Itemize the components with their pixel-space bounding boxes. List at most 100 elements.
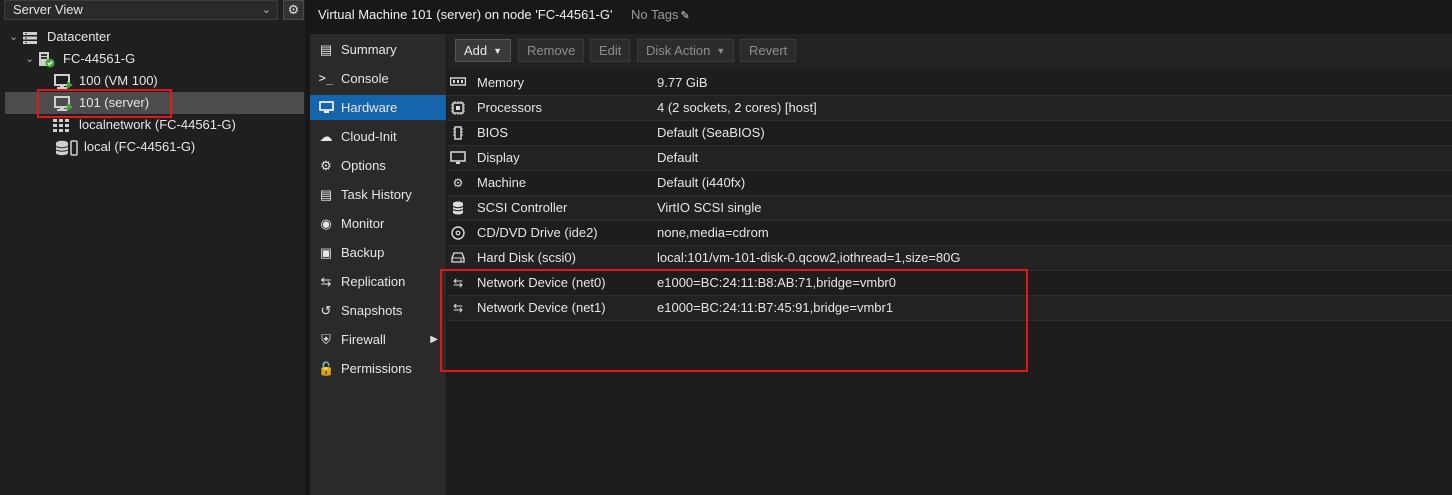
tree-item-vm-101[interactable]: 101 (server) (5, 92, 304, 114)
gear-icon: ⚙ (320, 158, 332, 173)
exchange-icon: ⇆ (452, 276, 464, 290)
nav-item-console[interactable]: >_ Console (310, 66, 446, 91)
revert-button-label: Revert (749, 43, 788, 58)
hardware-row-machine[interactable]: ⚙ Machine Default (i440fx) (447, 171, 1452, 196)
collapse-chevron-icon[interactable]: ⌄ (25, 48, 35, 70)
hardware-value: Default (657, 150, 699, 165)
hardware-value: Default (i440fx) (657, 175, 746, 190)
tags-label: No Tags (631, 7, 679, 22)
revert-button[interactable]: Revert (740, 39, 797, 62)
nav-item-hardware[interactable]: Hardware (310, 95, 446, 120)
nav-item-label: Permissions (341, 361, 412, 376)
tree-item-label: localnetwork (FC-44561-G) (79, 117, 236, 132)
tree-item-label: FC-44561-G (63, 51, 136, 66)
memory-icon (449, 76, 467, 90)
nav-item-label: Task History (341, 187, 412, 202)
remove-button-label: Remove (527, 43, 576, 58)
nav-item-cloud-init[interactable]: ☁ Cloud-Init (310, 124, 446, 149)
expand-arrow-icon[interactable]: ▶ (430, 327, 438, 352)
hardware-row-processors[interactable]: Processors 4 (2 sockets, 2 cores) [host] (447, 96, 1452, 121)
hardware-value: none,media=cdrom (657, 225, 769, 240)
remove-button[interactable]: Remove (518, 39, 585, 62)
tags-area[interactable]: No Tags ✎ (631, 0, 690, 31)
hardware-panel: Add ▼ Remove Edit Disk Action ▼ Revert Mem… (447, 34, 1452, 495)
vm-running-icon (54, 96, 73, 111)
hardware-name: Memory (477, 75, 524, 90)
tree-item-local-storage[interactable]: local (FC-44561-G) (5, 136, 304, 158)
chevron-down-icon: ▼ (716, 46, 726, 56)
tree-item-label: 101 (server) (79, 95, 150, 110)
hardware-name: Machine (477, 175, 527, 190)
network-icon (53, 118, 69, 132)
add-button[interactable]: Add ▼ (455, 39, 512, 62)
nav-item-backup[interactable]: ▣ Backup (310, 240, 446, 265)
eye-icon: ◉ (320, 216, 332, 231)
nav-item-options[interactable]: ⚙ Options (310, 153, 446, 178)
hardware-name: BIOS (477, 125, 509, 140)
hardware-toolbar: Add ▼ Remove Edit Disk Action ▼ Revert (447, 34, 1452, 68)
nav-item-label: Hardware (341, 100, 398, 115)
cpu-icon (450, 101, 466, 115)
hardware-row-hard-disk[interactable]: Hard Disk (scsi0) local:101/vm-101-disk-… (447, 246, 1452, 271)
datacenter-icon (22, 30, 38, 44)
nav-item-label: Console (341, 71, 389, 86)
nav-item-summary[interactable]: ▤ Summary (310, 37, 446, 62)
tree-item-datacenter[interactable]: ⌄ Datacenter (5, 26, 304, 48)
node-icon (38, 52, 55, 68)
chip-icon (450, 126, 466, 140)
hardware-value: local:101/vm-101-disk-0.qcow2,iothread=1… (657, 250, 961, 265)
collapse-chevron-icon[interactable]: ⌄ (9, 26, 19, 48)
nav-item-label: Options (341, 158, 386, 173)
server-view-label: Server View (13, 2, 83, 17)
chevron-down-icon: ⌄ (261, 4, 271, 16)
hardware-row-display[interactable]: Display Default (447, 146, 1452, 171)
disk-action-button[interactable]: Disk Action ▼ (637, 39, 735, 62)
nav-item-label: Cloud-Init (341, 129, 397, 144)
nav-item-task-history[interactable]: ▤ Task History (310, 182, 446, 207)
hardware-row-net0[interactable]: ⇆ Network Device (net0) e1000=BC:24:11:B… (447, 271, 1452, 296)
nav-item-label: Summary (341, 42, 397, 57)
hardware-row-cd-dvd[interactable]: CD/DVD Drive (ide2) none,media=cdrom (447, 221, 1452, 246)
pencil-icon[interactable]: ✎ (680, 10, 689, 22)
nav-item-firewall[interactable]: ⛨ Firewall ▶ (310, 327, 446, 352)
hardware-name: Processors (477, 100, 543, 115)
tree-item-label: Datacenter (47, 29, 111, 44)
hardware-value: 4 (2 sockets, 2 cores) [host] (657, 100, 817, 115)
history-icon: ↺ (320, 303, 332, 318)
hardware-name: CD/DVD Drive (ide2) (477, 225, 598, 240)
hardware-row-scsi-controller[interactable]: SCSI Controller VirtIO SCSI single (447, 196, 1452, 221)
nav-item-label: Snapshots (341, 303, 403, 318)
tree-item-vm-100[interactable]: 100 (VM 100) (5, 70, 304, 92)
tree-item-localnetwork[interactable]: localnetwork (FC-44561-G) (5, 114, 304, 136)
nav-item-label: Replication (341, 274, 406, 289)
hardware-name: Network Device (net0) (477, 275, 606, 290)
hardware-row-net1[interactable]: ⇆ Network Device (net1) e1000=BC:24:11:B… (447, 296, 1452, 321)
shield-icon: ⛨ (321, 332, 331, 347)
nav-item-snapshots[interactable]: ↺ Snapshots (310, 298, 446, 323)
hardware-row-bios[interactable]: BIOS Default (SeaBIOS) (447, 121, 1452, 146)
hardware-value: e1000=BC:24:11:B8:AB:71,bridge=vmbr0 (657, 275, 896, 290)
database-icon (450, 201, 466, 215)
retweet-icon: ⇆ (320, 274, 332, 289)
gear-icon[interactable]: ⚙ (283, 0, 304, 20)
nav-item-label: Monitor (341, 216, 385, 231)
tree-item-label: 100 (VM 100) (79, 73, 158, 88)
page-title: Virtual Machine 101 (server) on node 'FC… (318, 7, 613, 22)
cogs-icon: ⚙ (452, 176, 464, 190)
vm-running-icon (54, 74, 73, 89)
nav-item-replication[interactable]: ⇆ Replication (310, 269, 446, 294)
tree-item-node[interactable]: ⌄ FC-44561-G (5, 48, 304, 70)
hardware-name: SCSI Controller (477, 200, 568, 215)
chevron-down-icon: ▼ (493, 46, 503, 56)
floppy-icon: ▣ (319, 245, 333, 260)
hardware-value: VirtIO SCSI single (657, 200, 762, 215)
nav-item-monitor[interactable]: ◉ Monitor (310, 211, 446, 236)
book-icon: ▤ (319, 42, 333, 57)
edit-button[interactable]: Edit (590, 39, 631, 62)
hardware-row-memory[interactable]: Memory 9.77 GiB (447, 71, 1452, 96)
nav-item-label: Firewall (341, 332, 386, 347)
hardware-name: Network Device (net1) (477, 300, 606, 315)
nav-item-permissions[interactable]: 🔓 Permissions (310, 356, 446, 381)
server-view-select[interactable]: Server View ⌄ (4, 0, 278, 20)
monitor-icon (318, 95, 334, 120)
